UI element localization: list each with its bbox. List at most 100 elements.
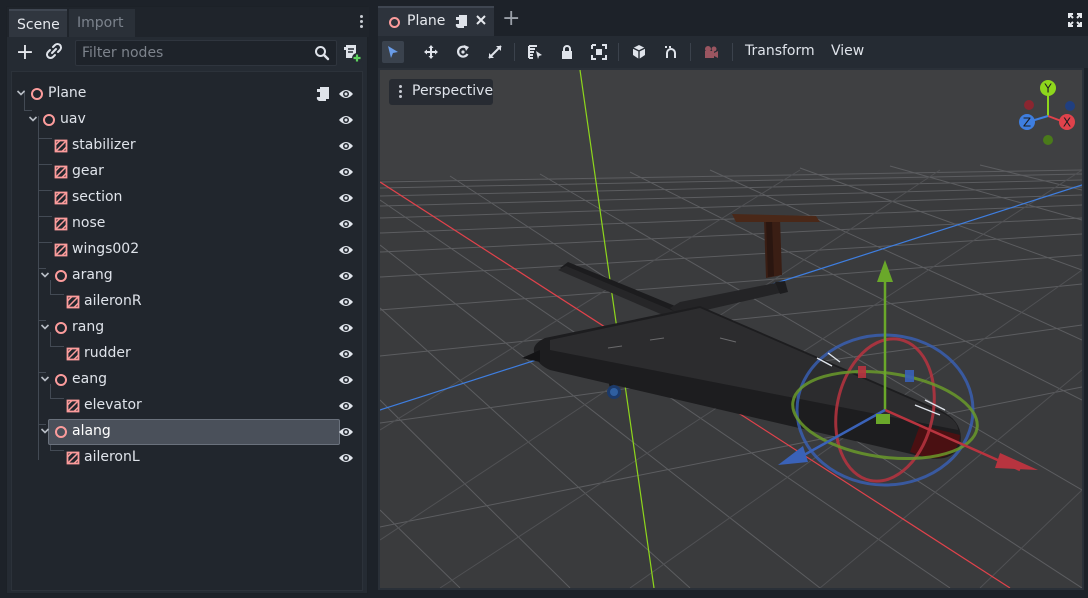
tree-row-plane[interactable]: Plane	[12, 81, 362, 107]
neg-z-handle[interactable]	[1065, 101, 1075, 111]
chevron-down-icon[interactable]	[40, 374, 50, 384]
dock-tabs: Scene Import	[7, 7, 369, 37]
visibility-eye-icon[interactable]	[338, 113, 354, 127]
scale-mode-button[interactable]	[484, 41, 506, 63]
mesh-node-icon	[66, 347, 80, 361]
tree-row-rang[interactable]: rang	[12, 315, 362, 341]
perspective-menu-button[interactable]: Perspective	[389, 79, 493, 105]
scene-tree[interactable]: Plane uav stabilizer gear section nose w…	[11, 71, 363, 591]
scene-tab-label: Plane	[407, 13, 446, 29]
visibility-eye-icon[interactable]	[338, 87, 354, 101]
visibility-eye-icon[interactable]	[338, 191, 354, 205]
mesh-node-icon	[54, 243, 68, 257]
lock-button[interactable]	[556, 41, 578, 63]
snap-button[interactable]	[660, 41, 682, 63]
link-icon	[45, 42, 63, 60]
tree-row-label: aileronL	[84, 449, 140, 465]
visibility-eye-icon[interactable]	[338, 269, 354, 283]
tab-scene[interactable]: Scene	[9, 9, 67, 37]
visibility-eye-icon[interactable]	[338, 165, 354, 179]
tree-row-uav[interactable]: uav	[12, 107, 362, 133]
visibility-eye-icon[interactable]	[338, 243, 354, 257]
spatial-node-icon	[55, 322, 67, 334]
select-mode-button[interactable]	[382, 41, 404, 63]
3d-viewport[interactable]: Perspective Y X Z	[378, 68, 1084, 590]
tree-row-label: alang	[72, 423, 111, 439]
visibility-eye-icon[interactable]	[338, 373, 354, 387]
tree-row-label: aileronR	[84, 293, 142, 309]
tree-row-aileronl[interactable]: aileronL	[12, 445, 362, 471]
dock-menu-icon[interactable]	[357, 13, 365, 31]
filter-nodes-input[interactable]	[76, 41, 306, 65]
search-icon	[315, 46, 330, 61]
chevron-down-icon[interactable]	[28, 114, 38, 124]
camera-preview-button[interactable]	[700, 41, 722, 63]
add-node-button[interactable]: +	[13, 42, 37, 66]
script-icon[interactable]	[455, 14, 468, 29]
list-select-button[interactable]	[524, 41, 546, 63]
group-icon	[591, 44, 607, 60]
transform-menu[interactable]: Transform	[745, 43, 815, 59]
instance-scene-button[interactable]	[45, 42, 69, 66]
chevron-down-icon[interactable]	[40, 270, 50, 280]
x-axis-label: X	[1063, 116, 1071, 130]
filter-nodes-field[interactable]	[75, 40, 337, 66]
view-menu[interactable]: View	[831, 43, 864, 59]
rotate-mode-button[interactable]	[452, 41, 474, 63]
tree-row-label: eang	[72, 371, 107, 387]
visibility-eye-icon[interactable]	[338, 321, 354, 335]
tree-row-gear[interactable]: gear	[12, 159, 362, 185]
visibility-eye-icon[interactable]	[338, 295, 354, 309]
group-button[interactable]	[588, 41, 610, 63]
close-icon[interactable]	[474, 13, 488, 27]
select-cursor-icon	[388, 46, 398, 58]
chevron-down-icon[interactable]	[40, 426, 50, 436]
rotate-icon	[457, 45, 469, 58]
move-mode-button[interactable]	[420, 41, 442, 63]
chevron-down-icon[interactable]	[40, 322, 50, 332]
viewport-toolbar: Transform View	[378, 36, 1088, 68]
tree-row-arang[interactable]: arang	[12, 263, 362, 289]
tree-row-rudder[interactable]: rudder	[12, 341, 362, 367]
script-icon[interactable]	[316, 86, 330, 102]
attach-script-button[interactable]	[341, 42, 363, 64]
dock-toolbar: +	[7, 37, 369, 71]
visibility-eye-icon[interactable]	[338, 217, 354, 231]
tree-row-label: stabilizer	[72, 137, 136, 153]
toolbar-separator	[732, 43, 733, 61]
local-space-button[interactable]	[628, 41, 650, 63]
tree-row-alang[interactable]: alang	[12, 419, 362, 445]
tree-row-section[interactable]: section	[12, 185, 362, 211]
tree-row-label: Plane	[48, 85, 87, 101]
spatial-node-icon	[55, 270, 67, 282]
visibility-eye-icon[interactable]	[338, 399, 354, 413]
z-axis-label: Z	[1023, 116, 1031, 130]
distraction-free-icon[interactable]	[1068, 13, 1082, 27]
tab-import[interactable]: Import	[69, 9, 135, 37]
camera-icon	[705, 46, 718, 58]
tree-row-elevator[interactable]: elevator	[12, 393, 362, 419]
visibility-eye-icon[interactable]	[338, 139, 354, 153]
visibility-eye-icon[interactable]	[338, 425, 354, 439]
neg-y-handle[interactable]	[1043, 135, 1053, 145]
tree-row-nose[interactable]: nose	[12, 211, 362, 237]
tree-row-label: wings002	[72, 241, 140, 257]
scene-tab-plane[interactable]: Plane	[378, 6, 494, 36]
visibility-eye-icon[interactable]	[338, 451, 354, 465]
tree-row-stabilizer[interactable]: stabilizer	[12, 133, 362, 159]
tree-row-label: rudder	[84, 345, 131, 361]
tree-row-wings002[interactable]: wings002	[12, 237, 362, 263]
add-scene-tab-button[interactable]: +	[502, 8, 520, 30]
tree-row-label: elevator	[84, 397, 142, 413]
tree-row-eang[interactable]: eang	[12, 367, 362, 393]
viewport-scene[interactable]	[380, 70, 1082, 588]
visibility-eye-icon[interactable]	[338, 347, 354, 361]
move-icon	[424, 45, 438, 59]
neg-x-handle[interactable]	[1024, 100, 1034, 110]
tree-row-aileronr[interactable]: aileronR	[12, 289, 362, 315]
chevron-down-icon[interactable]	[16, 88, 26, 98]
tree-row-label: uav	[60, 111, 86, 127]
view-orientation-gizmo[interactable]: Y X Z	[1014, 76, 1080, 146]
tree-row-label: section	[72, 189, 123, 205]
scene-dock: Scene Import + Filter nodes Plane uav st…	[6, 6, 369, 594]
